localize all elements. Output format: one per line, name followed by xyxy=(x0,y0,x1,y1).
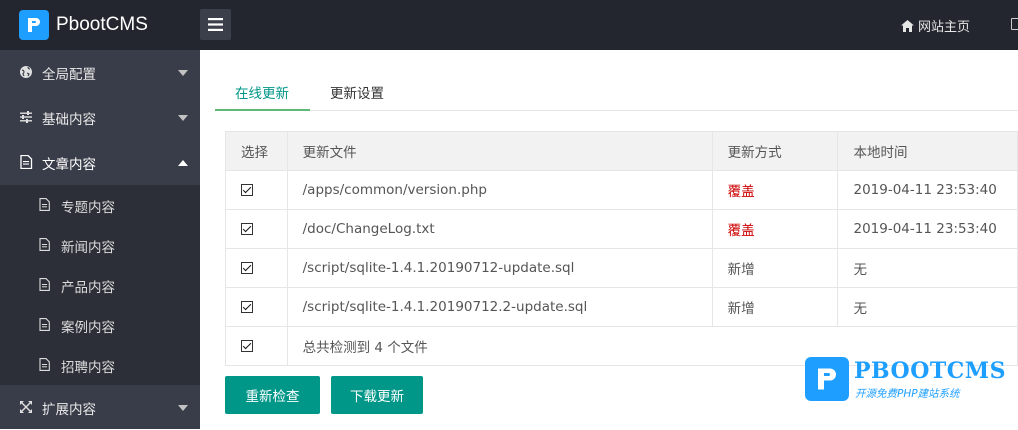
sidebar-item-label: 文章内容 xyxy=(42,157,96,173)
file-icon xyxy=(39,238,50,251)
update-mode: 新增 xyxy=(711,248,839,288)
sidebar-subitem-products[interactable]: 产品内容 xyxy=(0,265,200,305)
file-icon xyxy=(39,198,50,211)
download-update-button[interactable]: 下载更新 xyxy=(331,376,423,414)
sidebar-item-global-config[interactable]: 全局配置 xyxy=(0,50,200,95)
logo[interactable]: PbootCMS xyxy=(19,10,148,40)
sidebar-subitem-topics[interactable]: 专题内容 xyxy=(0,185,200,225)
row-checkbox[interactable] xyxy=(241,262,253,274)
expand-icon xyxy=(20,401,32,413)
column-header-file: 更新文件 xyxy=(286,131,713,171)
table-row: /script/sqlite-1.4.1.20190712-update.sql… xyxy=(225,248,1018,288)
hamburger-icon xyxy=(208,18,223,31)
column-header-select: 选择 xyxy=(225,131,288,171)
active-tab-indicator xyxy=(215,109,310,111)
sidebar-subitem-label: 招聘内容 xyxy=(61,360,115,376)
sidebar-submenu: 专题内容 新闻内容 产品内容 案例内容 招聘内容 xyxy=(0,185,200,385)
table-row: /script/sqlite-1.4.1.20190712.2-update.s… xyxy=(225,287,1018,327)
file-path: /apps/common/version.php xyxy=(286,170,713,210)
table-header-row: 选择 更新文件 更新方式 本地时间 xyxy=(225,131,1018,171)
local-time: 无 xyxy=(837,248,1018,288)
sidebar-subitem-label: 产品内容 xyxy=(61,280,115,296)
chevron-down-icon xyxy=(178,405,188,411)
update-mode: 覆盖 xyxy=(711,209,839,249)
table-row: /apps/common/version.php 覆盖 2019-04-11 2… xyxy=(225,170,1018,210)
sidebar: 全局配置 基础内容 文章内容 专题内容 新闻内容 产品内容 案例内容 招聘内容 … xyxy=(0,50,200,429)
file-path: /script/sqlite-1.4.1.20190712-update.sql xyxy=(286,248,713,288)
sidebar-subitem-jobs[interactable]: 招聘内容 xyxy=(0,345,200,385)
pboot-logo-icon xyxy=(19,10,49,40)
sidebar-item-basic-content[interactable]: 基础内容 xyxy=(0,95,200,140)
watermark-subtitle: 开源免费PHP建站系统 xyxy=(855,388,960,400)
select-all-checkbox[interactable] xyxy=(241,340,253,352)
site-home-link[interactable]: 网站主页 xyxy=(901,16,970,35)
trash-icon[interactable] xyxy=(1011,18,1018,30)
menu-toggle-button[interactable] xyxy=(200,9,231,40)
sidebar-subitem-label: 新闻内容 xyxy=(61,240,115,256)
update-mode: 覆盖 xyxy=(711,170,839,210)
sidebar-subitem-label: 专题内容 xyxy=(61,200,115,216)
tab-update-settings[interactable]: 更新设置 xyxy=(330,82,384,102)
sidebar-item-label: 基础内容 xyxy=(42,112,96,128)
row-checkbox[interactable] xyxy=(241,184,253,196)
file-icon xyxy=(20,155,33,169)
table-row: /doc/ChangeLog.txt 覆盖 2019-04-11 23:53:4… xyxy=(225,209,1018,249)
sliders-icon xyxy=(20,111,32,123)
update-files-table: 选择 更新文件 更新方式 本地时间 /apps/common/version.p… xyxy=(225,131,1018,366)
column-header-local-time: 本地时间 xyxy=(837,131,1018,171)
row-checkbox[interactable] xyxy=(241,301,253,313)
recheck-button[interactable]: 重新检查 xyxy=(225,376,320,414)
pbootcms-watermark: PBOOTCMS 开源免费PHP建站系统 xyxy=(805,357,1006,402)
top-bar: PbootCMS 网站主页 xyxy=(0,0,1018,50)
file-path: /doc/ChangeLog.txt xyxy=(286,209,713,249)
file-icon xyxy=(39,358,50,371)
sidebar-subitem-label: 案例内容 xyxy=(61,320,115,336)
sidebar-subitem-news[interactable]: 新闻内容 xyxy=(0,225,200,265)
local-time: 无 xyxy=(837,287,1018,327)
file-icon xyxy=(39,318,50,331)
watermark-title: PBOOTCMS xyxy=(854,358,1006,384)
file-icon xyxy=(39,278,50,291)
sidebar-item-label: 扩展内容 xyxy=(42,402,96,418)
site-home-label: 网站主页 xyxy=(918,20,971,35)
column-header-mode: 更新方式 xyxy=(711,131,839,171)
chevron-up-icon xyxy=(178,160,188,166)
sidebar-item-article-content[interactable]: 文章内容 xyxy=(0,140,200,185)
pboot-logo-icon xyxy=(805,357,849,401)
sidebar-item-extended-content[interactable]: 扩展内容 xyxy=(0,385,200,430)
update-mode: 新增 xyxy=(711,287,839,327)
tab-online-update[interactable]: 在线更新 xyxy=(235,82,289,102)
tab-bar: 在线更新 更新设置 xyxy=(215,72,1018,111)
home-icon xyxy=(901,19,914,32)
local-time: 2019-04-11 23:53:40 xyxy=(837,170,1018,210)
file-path: /script/sqlite-1.4.1.20190712.2-update.s… xyxy=(286,287,713,327)
chevron-down-icon xyxy=(178,115,188,121)
globe-icon xyxy=(20,66,32,78)
sidebar-subitem-cases[interactable]: 案例内容 xyxy=(0,305,200,345)
brand-name: PbootCMS xyxy=(56,14,148,35)
sidebar-item-label: 全局配置 xyxy=(42,67,96,83)
row-checkbox[interactable] xyxy=(241,223,253,235)
chevron-down-icon xyxy=(178,70,188,76)
local-time: 2019-04-11 23:53:40 xyxy=(837,209,1018,249)
